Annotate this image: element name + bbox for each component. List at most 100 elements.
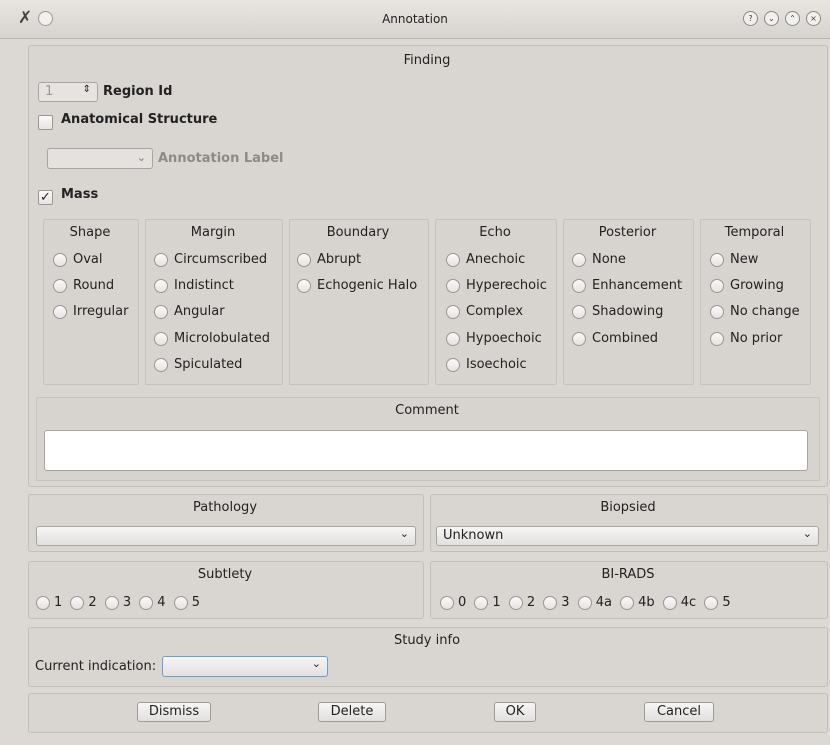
maximize-icon[interactable]: ⌃	[785, 11, 800, 26]
subtlety-radio-4[interactable]	[139, 595, 154, 610]
minimize-icon[interactable]: ⌄	[764, 11, 779, 26]
temporal-option-no-change[interactable]: No change	[710, 304, 800, 319]
radio-button[interactable]	[710, 304, 724, 319]
boundary-group	[289, 219, 429, 385]
shape-title: Shape	[69, 225, 111, 240]
radio-button[interactable]	[53, 252, 67, 267]
boundary-option-abrupt[interactable]: Abrupt	[297, 252, 361, 267]
radio-button[interactable]	[710, 278, 724, 293]
birads-radio-2[interactable]	[508, 595, 523, 610]
region-id-value: 1	[45, 84, 54, 99]
radio-button[interactable]	[297, 252, 311, 267]
radio-button[interactable]	[446, 331, 460, 346]
subtlety-radio-2[interactable]	[70, 595, 85, 610]
radio-button[interactable]	[154, 278, 168, 293]
temporal-option-new[interactable]: New	[710, 252, 758, 267]
echo-option-isoechoic[interactable]: Isoechoic	[446, 357, 527, 372]
biopsied-value: Unknown	[443, 528, 504, 543]
echo-option-complex[interactable]: Complex	[446, 304, 523, 319]
posterior-title: Posterior	[598, 225, 657, 240]
echo-option-hyperechoic[interactable]: Hyperechoic	[446, 278, 547, 293]
close-icon[interactable]: ×	[806, 11, 821, 26]
shape-group	[43, 219, 139, 385]
posterior-option-enhancement[interactable]: Enhancement	[572, 278, 682, 293]
radio-button[interactable]	[446, 278, 460, 293]
radio-button[interactable]	[154, 331, 168, 346]
margin-option-circumscribed[interactable]: Circumscribed	[154, 252, 267, 267]
posterior-option-none[interactable]: None	[572, 252, 626, 267]
echo-option-hypoechoic[interactable]: Hypoechoic	[446, 331, 542, 346]
radio-button[interactable]	[297, 278, 311, 293]
birads-radio-4c[interactable]	[662, 595, 677, 610]
radio-button[interactable]	[572, 252, 586, 267]
radio-button[interactable]	[53, 278, 67, 293]
radio-button[interactable]	[154, 357, 168, 372]
echo-title: Echo	[479, 225, 511, 240]
radio-button[interactable]	[572, 331, 586, 346]
shape-option-oval[interactable]: Oval	[53, 252, 103, 267]
margin-option-spiculated[interactable]: Spiculated	[154, 357, 242, 372]
current-indication-combo[interactable]: ⌄	[162, 656, 328, 677]
margin-option-microlobulated[interactable]: Microlobulated	[154, 331, 270, 346]
anatomical-structure-label: Anatomical Structure	[61, 112, 218, 127]
radio-button[interactable]	[446, 357, 460, 372]
mass-label: Mass	[61, 187, 99, 202]
radio-button[interactable]	[710, 331, 724, 346]
pathology-combo[interactable]: ⌄	[36, 526, 416, 546]
chevron-down-icon: ⌄	[136, 151, 146, 164]
birads-options: 0 1 2 3 4a 4b 4c 5	[440, 595, 735, 610]
radio-button[interactable]	[710, 252, 724, 267]
temporal-option-growing[interactable]: Growing	[710, 278, 784, 293]
subtlety-radio-3[interactable]	[104, 595, 119, 610]
radio-button[interactable]	[446, 252, 460, 267]
chevron-down-icon: ⌄	[311, 657, 321, 670]
margin-option-indistinct[interactable]: Indistinct	[154, 278, 234, 293]
radio-button[interactable]	[572, 304, 586, 319]
birads-radio-5[interactable]	[704, 595, 719, 610]
birads-radio-0[interactable]	[440, 595, 454, 610]
temporal-option-no-prior[interactable]: No prior	[710, 331, 782, 346]
radio-button[interactable]	[572, 278, 586, 293]
region-id-spinbox[interactable]: 1 ⇕	[38, 82, 98, 102]
biopsied-combo[interactable]: Unknown ⌄	[436, 526, 819, 546]
temporal-title: Temporal	[724, 225, 785, 240]
help-icon[interactable]: ?	[743, 11, 758, 26]
radio-button[interactable]	[154, 304, 168, 319]
finding-title: Finding	[403, 53, 451, 68]
annotation-label-combo[interactable]: ⌄	[47, 148, 153, 169]
posterior-option-combined[interactable]: Combined	[572, 331, 658, 346]
birads-radio-4b[interactable]	[620, 595, 635, 610]
biopsied-title: Biopsied	[600, 500, 656, 515]
region-id-label: Region Id	[103, 84, 173, 99]
boundary-option-echogenic-halo[interactable]: Echogenic Halo	[297, 278, 417, 293]
margin-title: Margin	[190, 225, 236, 240]
birads-radio-3[interactable]	[543, 595, 558, 610]
subtlety-title: Subtlety	[197, 567, 253, 582]
shape-option-round[interactable]: Round	[53, 278, 114, 293]
subtlety-radio-1[interactable]	[36, 595, 50, 610]
cancel-button[interactable]: Cancel	[644, 702, 714, 722]
radio-button[interactable]	[154, 252, 168, 267]
anatomical-structure-checkbox[interactable]	[38, 115, 53, 130]
comment-textarea[interactable]	[44, 430, 808, 471]
subtlety-options: 1 2 3 4 5	[36, 595, 204, 610]
delete-button[interactable]: Delete	[318, 702, 386, 722]
echo-option-anechoic[interactable]: Anechoic	[446, 252, 525, 267]
subtlety-radio-5[interactable]	[173, 595, 188, 610]
birads-radio-1[interactable]	[474, 595, 489, 610]
radio-button[interactable]	[53, 304, 67, 319]
dismiss-button[interactable]: Dismiss	[137, 702, 211, 722]
birads-radio-4a[interactable]	[577, 595, 592, 610]
pathology-title: Pathology	[192, 500, 258, 515]
radio-button[interactable]	[446, 304, 460, 319]
posterior-group	[563, 219, 694, 385]
boundary-title: Boundary	[326, 225, 390, 240]
margin-option-angular[interactable]: Angular	[154, 304, 225, 319]
mass-checkbox[interactable]: ✓	[38, 190, 53, 205]
birads-title: BI-RADS	[601, 567, 655, 582]
shape-option-irregular[interactable]: Irregular	[53, 304, 128, 319]
posterior-option-shadowing[interactable]: Shadowing	[572, 304, 663, 319]
ok-button[interactable]: OK	[494, 702, 536, 722]
annotation-label-text: Annotation Label	[158, 151, 284, 166]
spin-arrows-icon[interactable]: ⇕	[83, 84, 91, 95]
